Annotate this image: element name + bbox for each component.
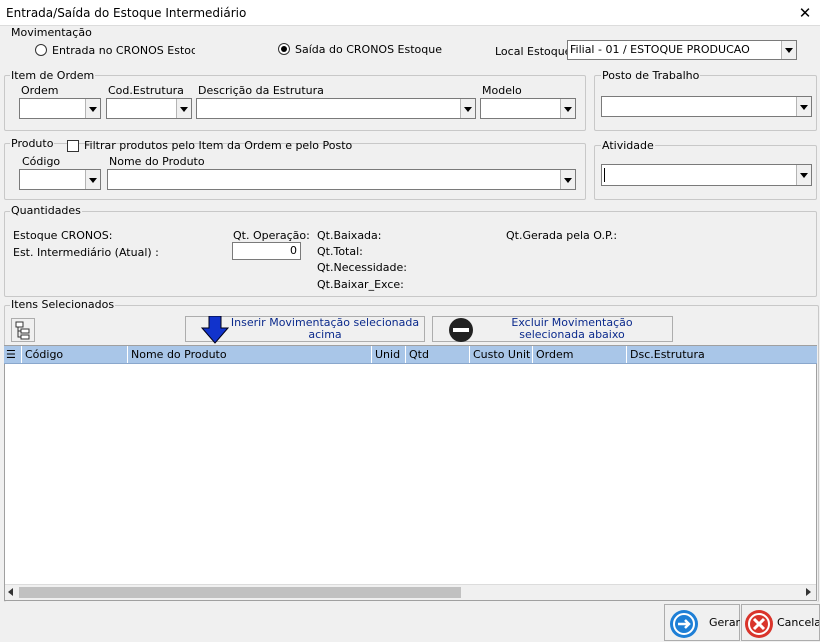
chevron-down-icon[interactable] bbox=[796, 97, 811, 116]
column-unid[interactable]: Unid bbox=[372, 346, 406, 363]
posto-label: Posto de Trabalho bbox=[601, 69, 701, 83]
minus-circle-icon bbox=[449, 318, 473, 342]
column-ordem[interactable]: Ordem bbox=[533, 346, 627, 363]
est-intermediario-label: Est. Intermediário (Atual) : bbox=[13, 246, 159, 259]
codigo-select[interactable] bbox=[19, 169, 101, 190]
qt-baixar-exce-label: Qt.Baixar_Exce: bbox=[317, 278, 404, 291]
modelo-label: Modelo bbox=[482, 84, 522, 97]
chevron-down-icon[interactable] bbox=[85, 99, 100, 118]
qt-operacao-label: Qt. Operação: bbox=[233, 229, 310, 242]
chevron-down-icon[interactable] bbox=[85, 170, 100, 189]
local-estoque-select[interactable]: Filial - 01 / ESTOQUE PRODUCAO bbox=[567, 40, 797, 60]
arrow-right-circle-icon bbox=[670, 610, 698, 638]
text-cursor bbox=[604, 168, 605, 182]
column-nome-produto[interactable]: Nome do Produto bbox=[128, 346, 372, 363]
radio-saida[interactable] bbox=[278, 43, 290, 55]
item-ordem-label: Item de Ordem bbox=[10, 69, 96, 83]
descricao-label: Descrição da Estrutura bbox=[198, 84, 324, 97]
atividade-select[interactable] bbox=[601, 164, 812, 186]
grid-header: ☰ Código Nome do Produto Unid Qtd Custo … bbox=[4, 346, 817, 364]
qt-baixada-label: Qt.Baixada: bbox=[317, 229, 382, 242]
cancelar-label: Cancelar bbox=[777, 616, 819, 629]
local-estoque-value: Filial - 01 / ESTOQUE PRODUCAO bbox=[570, 43, 750, 56]
tree-toggle-button[interactable] bbox=[11, 318, 35, 342]
scrollbar-thumb[interactable] bbox=[19, 587, 461, 598]
arrow-down-icon bbox=[200, 316, 230, 344]
modelo-select[interactable] bbox=[480, 98, 576, 119]
column-dsc-estrutura[interactable]: Dsc.Estrutura bbox=[627, 346, 817, 363]
nome-produto-select[interactable] bbox=[107, 169, 576, 190]
local-estoque-label: Local Estoque: bbox=[495, 45, 576, 58]
nome-produto-label: Nome do Produto bbox=[109, 155, 205, 168]
qt-necessidade-label: Qt.Necessidade: bbox=[317, 261, 407, 274]
cancelar-button[interactable]: Cancelar bbox=[741, 604, 820, 641]
gerar-button[interactable]: Gerar bbox=[664, 604, 740, 641]
radio-entrada[interactable] bbox=[35, 44, 47, 56]
filter-checkbox[interactable] bbox=[67, 140, 79, 152]
scroll-left-icon[interactable] bbox=[8, 588, 13, 596]
grid-selector-icon[interactable]: ☰ bbox=[4, 346, 22, 363]
column-codigo[interactable]: Código bbox=[22, 346, 128, 363]
delete-movimentacao-label: Excluir Movimentação selecionada abaixo bbox=[511, 316, 633, 341]
chevron-down-icon[interactable] bbox=[781, 41, 796, 59]
chevron-down-icon[interactable] bbox=[460, 99, 475, 118]
qt-total-label: Qt.Total: bbox=[317, 245, 363, 258]
chevron-down-icon[interactable] bbox=[796, 165, 811, 185]
cod-estrutura-select[interactable] bbox=[106, 98, 192, 119]
quantidades-label: Quantidades bbox=[10, 204, 82, 218]
window-title: Entrada/Saída do Estoque Intermediário bbox=[6, 6, 247, 20]
itens-label: Itens Selecionados bbox=[10, 298, 116, 312]
ordem-label: Ordem bbox=[21, 84, 59, 97]
filter-label: Filtrar produtos pelo Item da Ordem e pe… bbox=[84, 139, 353, 152]
radio-entrada-label: Entrada no CRONOS Estoque bbox=[52, 44, 195, 57]
estoque-cronos-label: Estoque CRONOS: bbox=[13, 229, 113, 242]
qt-gerada-label: Qt.Gerada pela O.P.: bbox=[506, 229, 618, 242]
atividade-label: Atividade bbox=[601, 139, 655, 153]
scroll-right-icon[interactable] bbox=[806, 588, 811, 596]
movimentacao-label: Movimentação bbox=[10, 26, 93, 40]
qt-operacao-input[interactable]: 0 bbox=[232, 242, 301, 260]
tree-icon bbox=[15, 321, 30, 340]
descricao-select[interactable] bbox=[196, 98, 476, 119]
chevron-down-icon[interactable] bbox=[176, 99, 191, 118]
gerar-label: Gerar bbox=[709, 616, 741, 629]
column-custo-unit[interactable]: Custo Unit bbox=[470, 346, 533, 363]
close-icon[interactable]: ✕ bbox=[794, 2, 816, 24]
items-grid[interactable] bbox=[4, 345, 817, 601]
insert-movimentacao-label: Inserir Movimentação selecionada acima bbox=[230, 316, 420, 341]
cod-estrutura-label: Cod.Estrutura bbox=[108, 84, 184, 97]
chevron-down-icon[interactable] bbox=[560, 170, 575, 189]
radio-saida-label: Saída do CRONOS Estoque bbox=[295, 43, 443, 56]
horizontal-scrollbar[interactable] bbox=[5, 584, 816, 600]
produto-label: Produto bbox=[10, 137, 55, 151]
delete-movimentacao-button[interactable]: Excluir Movimentação selecionada abaixo bbox=[432, 316, 673, 342]
ordem-select[interactable] bbox=[19, 98, 101, 119]
column-qtd[interactable]: Qtd bbox=[406, 346, 470, 363]
insert-movimentacao-button[interactable]: Inserir Movimentação selecionada acima bbox=[185, 316, 425, 344]
chevron-down-icon[interactable] bbox=[560, 99, 575, 118]
posto-select[interactable] bbox=[601, 96, 812, 117]
cancel-circle-icon bbox=[745, 610, 773, 638]
codigo-label: Código bbox=[22, 155, 61, 168]
